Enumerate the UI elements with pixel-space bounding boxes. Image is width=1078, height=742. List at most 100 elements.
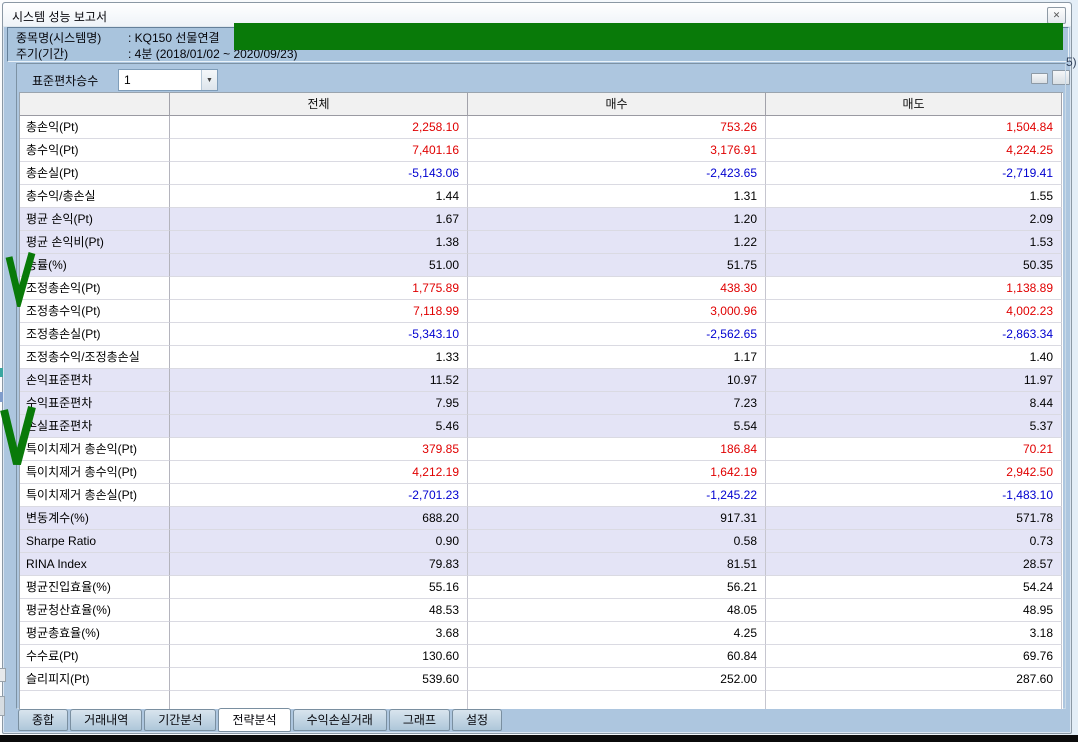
cell-total: 688.20 bbox=[170, 507, 468, 530]
cell-sell: 1.53 bbox=[766, 231, 1062, 254]
row-label: Sharpe Ratio bbox=[20, 530, 170, 553]
table-row: 총수익/총손실 1.44 1.31 1.55 bbox=[20, 185, 1063, 208]
row-label: 평균총효율(%) bbox=[20, 622, 170, 645]
row-label: RINA Index bbox=[20, 553, 170, 576]
cell-total: 79.83 bbox=[170, 553, 468, 576]
cell-buy: 1.17 bbox=[468, 346, 766, 369]
row-label: 평균진입효율(%) bbox=[20, 576, 170, 599]
stddev-multiplier-label: 표준편차승수 bbox=[32, 74, 99, 88]
row-label: 평균 손익(Pt) bbox=[20, 208, 170, 231]
cell-buy: 1.22 bbox=[468, 231, 766, 254]
window-title: 시스템 성능 보고서 bbox=[12, 10, 107, 24]
cell-total: 2,258.10 bbox=[170, 116, 468, 139]
row-label: 총손실(Pt) bbox=[20, 162, 170, 185]
cell-sell: 28.57 bbox=[766, 553, 1062, 576]
cell-total: 5.46 bbox=[170, 415, 468, 438]
cell-buy: 1.31 bbox=[468, 185, 766, 208]
cell-sell: -2,863.34 bbox=[766, 323, 1062, 346]
cell-sell: 8.44 bbox=[766, 392, 1062, 415]
period-label: 주기(기간) bbox=[16, 47, 69, 61]
symbol-field: 종목명(시스템명): KQ150 선물연결 bbox=[16, 30, 220, 46]
cell-sell: 2.09 bbox=[766, 208, 1062, 231]
row-label: 수익표준편차 bbox=[20, 392, 170, 415]
background-window-fragment bbox=[0, 696, 5, 716]
table-row: 손익표준편차 11.52 10.97 11.97 bbox=[20, 369, 1063, 392]
cell-buy: 5.54 bbox=[468, 415, 766, 438]
row-label: 총수익/총손실 bbox=[20, 185, 170, 208]
cell-total: 7,118.99 bbox=[170, 300, 468, 323]
cell-total: 1,775.89 bbox=[170, 277, 468, 300]
cell-total: 7.95 bbox=[170, 392, 468, 415]
row-label: 조정총수익(Pt) bbox=[20, 300, 170, 323]
table-row: 특이치제거 총손실(Pt) -2,701.23 -1,245.22 -1,483.10 bbox=[20, 484, 1063, 507]
table-row: 평균 손익(Pt) 1.67 1.20 2.09 bbox=[20, 208, 1063, 231]
column-header: 매수 bbox=[468, 93, 766, 116]
row-label: 조정총손실(Pt) bbox=[20, 323, 170, 346]
table-row: 평균진입효율(%) 55.16 56.21 54.24 bbox=[20, 576, 1063, 599]
cell-sell: 70.21 bbox=[766, 438, 1062, 461]
cell-buy: 10.97 bbox=[468, 369, 766, 392]
table-row: 슬리피지(Pt) 539.60 252.00 287.60 bbox=[20, 668, 1063, 691]
chevron-down-icon[interactable]: ▼ bbox=[201, 70, 217, 90]
table-row: 총손익(Pt) 2,258.10 753.26 1,504.84 bbox=[20, 116, 1063, 139]
table-row: 손실표준편차 5.46 5.54 5.37 bbox=[20, 415, 1063, 438]
cell-buy: 3,176.91 bbox=[468, 139, 766, 162]
column-header bbox=[20, 93, 170, 116]
table-row: 평균총효율(%) 3.68 4.25 3.18 bbox=[20, 622, 1063, 645]
column-header: 전체 bbox=[170, 93, 468, 116]
tab-2[interactable]: 기간분석 bbox=[144, 709, 217, 731]
table-row: RINA Index 79.83 81.51 28.57 bbox=[20, 553, 1063, 576]
cell-sell: 3.18 bbox=[766, 622, 1062, 645]
tab-6[interactable]: 설정 bbox=[451, 709, 503, 731]
tab-4[interactable]: 수익손실거래 bbox=[292, 709, 387, 731]
row-label: 총손익(Pt) bbox=[20, 116, 170, 139]
stddev-multiplier-dropdown[interactable]: 1 ▼ bbox=[118, 69, 218, 91]
table-row: 총수익(Pt) 7,401.16 3,176.91 4,224.25 bbox=[20, 139, 1063, 162]
cell-sell: 1,504.84 bbox=[766, 116, 1062, 139]
cell-total: 11.52 bbox=[170, 369, 468, 392]
report-window: 시스템 성능 보고서 ✕ 종목명(시스템명): KQ150 선물연결 주기(기간… bbox=[2, 2, 1077, 734]
tab-1[interactable]: 거래내역 bbox=[70, 709, 143, 731]
cell-sell: 4,002.23 bbox=[766, 300, 1062, 323]
cell-buy: 753.26 bbox=[468, 116, 766, 139]
table-row: 조정총손익(Pt) 1,775.89 438.30 1,138.89 bbox=[20, 277, 1063, 300]
cell-total: 379.85 bbox=[170, 438, 468, 461]
cell-buy: 186.84 bbox=[468, 438, 766, 461]
cell-sell: 1.55 bbox=[766, 185, 1062, 208]
row-label: 평균청산효율(%) bbox=[20, 599, 170, 622]
close-icon[interactable]: ✕ bbox=[1047, 7, 1066, 24]
table-row: 조정총손실(Pt) -5,343.10 -2,562.65 -2,863.34 bbox=[20, 323, 1063, 346]
cell-sell: 1.40 bbox=[766, 346, 1062, 369]
performance-table: 전체 매수 매도 총손익(Pt) 2,258.10 753.26 1,504.84 총수익(… bbox=[19, 92, 1063, 709]
cell-total: 4,212.19 bbox=[170, 461, 468, 484]
table-row: 조정총수익(Pt) 7,118.99 3,000.96 4,002.23 bbox=[20, 300, 1063, 323]
cell-buy: 1.20 bbox=[468, 208, 766, 231]
row-label: 조정총수익/조정총손실 bbox=[20, 346, 170, 369]
tab-5[interactable]: 그래프 bbox=[388, 709, 450, 731]
cell-sell: 287.60 bbox=[766, 668, 1062, 691]
cell-buy: 252.00 bbox=[468, 668, 766, 691]
cell-total: 539.60 bbox=[170, 668, 468, 691]
cell-total: -2,701.23 bbox=[170, 484, 468, 507]
cell-total: 48.53 bbox=[170, 599, 468, 622]
tab-3[interactable]: 전략분석 bbox=[218, 708, 291, 732]
cell-buy: 1,642.19 bbox=[468, 461, 766, 484]
cell-sell: -1,483.10 bbox=[766, 484, 1062, 507]
tab-0[interactable]: 종합 bbox=[18, 709, 69, 731]
table-row: 평균청산효율(%) 48.53 48.05 48.95 bbox=[20, 599, 1063, 622]
row-label: 조정총손익(Pt) bbox=[20, 277, 170, 300]
table-row: 승률(%) 51.00 51.75 50.35 bbox=[20, 254, 1063, 277]
cell-buy: 7.23 bbox=[468, 392, 766, 415]
table-filler-row bbox=[20, 691, 1063, 709]
cell-total: 1.67 bbox=[170, 208, 468, 231]
table-header-row: 전체 매수 매도 bbox=[20, 93, 1063, 116]
annotation-checkmark-2 bbox=[0, 405, 36, 466]
background-window-fragment bbox=[0, 368, 3, 377]
row-label: 평균 손익비(Pt) bbox=[20, 231, 170, 254]
cell-buy: 60.84 bbox=[468, 645, 766, 668]
row-label: 손실표준편차 bbox=[20, 415, 170, 438]
cell-total: -5,343.10 bbox=[170, 323, 468, 346]
row-label: 특이치제거 총손실(Pt) bbox=[20, 484, 170, 507]
dropdown-value: 1 bbox=[124, 73, 131, 87]
cell-sell: 5.37 bbox=[766, 415, 1062, 438]
